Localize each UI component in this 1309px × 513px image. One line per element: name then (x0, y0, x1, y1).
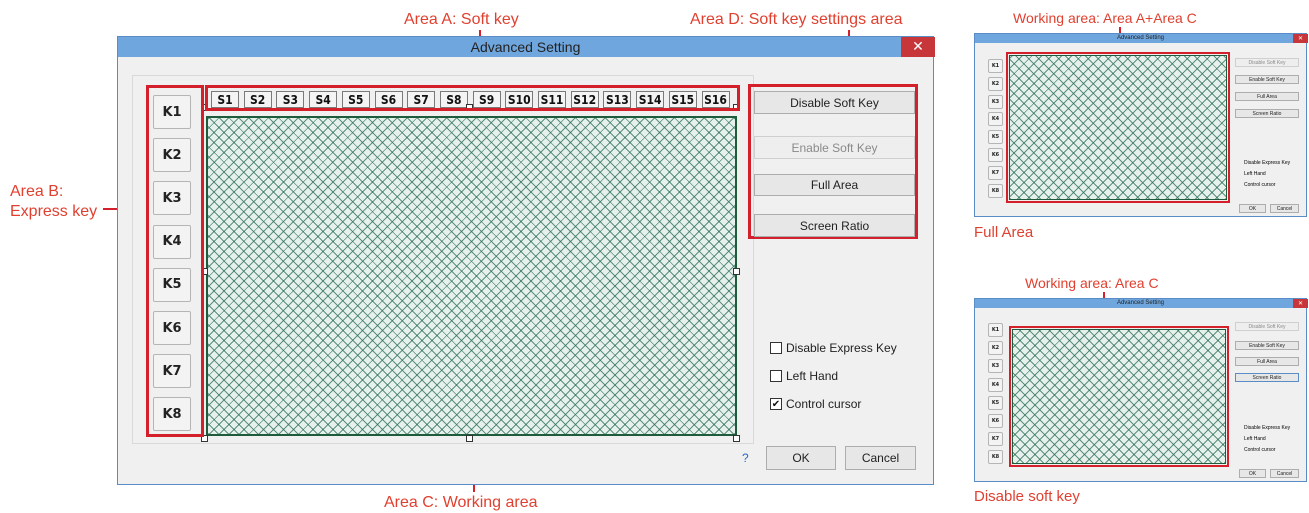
full-area-button[interactable]: Full Area (754, 174, 915, 196)
left-hand-checkbox[interactable]: Left Hand (770, 369, 838, 383)
disable-soft-key-label: Disable Soft Key (790, 95, 879, 110)
thumb-disable-chk3: Control cursor (1244, 447, 1276, 453)
thumb-full-disable-btn: Disable Soft Key (1235, 58, 1299, 67)
resize-handle-bm[interactable] (466, 435, 473, 442)
thumb-express-key-k6: K6 (988, 148, 1003, 162)
thumb-express-key-k8: K8 (988, 183, 1003, 198)
thumb-disable-screenratio-btn: Screen Ratio (1235, 373, 1299, 382)
thumb-express-key-k4: K4 (988, 377, 1003, 392)
thumb-disable-disable-btn: Disable Soft Key (1235, 322, 1299, 331)
full-area-label: Full Area (810, 178, 859, 192)
close-icon: ✕ (912, 39, 924, 55)
checkbox-box[interactable] (770, 342, 782, 354)
screen-ratio-button[interactable]: Screen Ratio (754, 214, 915, 237)
annotation-area-d: Area D: Soft key settings area (690, 11, 903, 28)
thumb-full-label: Full Area (974, 224, 1034, 241)
annotation-area-c: Area C: Working area (384, 494, 538, 511)
resize-handle-mr[interactable] (733, 268, 740, 275)
thumb-disable-fullarea-btn: Full Area (1235, 357, 1299, 366)
thumb-disable-ok: OK (1239, 469, 1266, 478)
thumb-express-key-k2: K2 (988, 76, 1003, 91)
control-cursor-checkbox[interactable]: ✔ Control cursor (770, 397, 861, 411)
ok-button[interactable]: OK (766, 446, 836, 470)
dialog-title: Advanced Setting (470, 39, 581, 55)
thumb-full-close[interactable]: ✕ (1293, 34, 1308, 43)
thumb-full-title: Advanced Setting (1116, 35, 1165, 41)
thumb-disable-close[interactable]: ✕ (1293, 299, 1308, 308)
thumb-disable-label: Disable soft key (974, 488, 1080, 505)
thumb-disable-chk1: Disable Express Key (1244, 425, 1291, 431)
thumb-full-chk2: Left Hand (1244, 171, 1266, 177)
cancel-button[interactable]: Cancel (845, 446, 916, 470)
disable-soft-key-button[interactable]: Disable Soft Key (754, 91, 915, 114)
checkbox-label: Disable Express Key (786, 341, 897, 355)
area-a-highlight (205, 85, 740, 111)
thumb-express-key-k5: K5 (988, 130, 1003, 145)
thumb-full-chk1: Disable Express Key (1244, 160, 1291, 166)
thumb-express-key-k7: K7 (988, 165, 1003, 180)
thumb-full-highlight (1006, 52, 1230, 203)
thumb-full-chk3: Control cursor (1244, 182, 1276, 188)
thumb-express-key-k4: K4 (988, 112, 1003, 127)
thumb-full-ok: OK (1239, 204, 1266, 213)
enable-soft-key-label: Enable Soft Key (791, 140, 878, 155)
thumb-express-key-k6: K6 (988, 414, 1003, 428)
area-b-highlight (146, 85, 204, 437)
thumb-disable-title: Advanced Setting (1116, 300, 1165, 306)
annotation-area-a: Area A: Soft key (404, 11, 519, 28)
thumb-express-key-k2: K2 (988, 341, 1003, 356)
thumb-express-key-k3: K3 (988, 359, 1003, 374)
annotation-area-b-line1: Area B: (10, 183, 64, 200)
thumb-full-titlebar: Advanced Setting (975, 34, 1306, 43)
checkbox-label: Control cursor (786, 397, 862, 411)
thumb-express-key-k1: K1 (988, 323, 1003, 337)
title-bar: Advanced Setting (118, 37, 933, 57)
thumb-full-enable-btn: Enable Soft Key (1235, 75, 1299, 84)
thumb-express-key-k7: K7 (988, 432, 1003, 447)
thumb-disable-enable-btn: Enable Soft Key (1235, 341, 1299, 350)
thumb-express-key-k1: K1 (988, 59, 1003, 73)
working-area[interactable] (206, 116, 737, 436)
thumb-full-screenratio-btn: Screen Ratio (1235, 109, 1299, 118)
screen-ratio-label: Screen Ratio (799, 218, 870, 233)
help-icon[interactable]: ? (742, 451, 749, 465)
thumb-express-key-k3: K3 (988, 94, 1003, 109)
resize-handle-br[interactable] (733, 435, 740, 442)
thumb-disable-caption: Working area: Area C (1025, 275, 1159, 291)
thumb-express-key-k5: K5 (988, 395, 1003, 410)
thumb-full-cancel: Cancel (1270, 204, 1299, 213)
thumb-disable-highlight (1009, 326, 1229, 467)
thumb-disable-chk2: Left Hand (1244, 436, 1266, 442)
ok-label: OK (792, 451, 810, 465)
checkmark-icon[interactable]: ✔ (770, 398, 782, 410)
thumb-disable-cancel: Cancel (1270, 469, 1299, 478)
disable-express-key-checkbox[interactable]: Disable Express Key (770, 341, 897, 355)
thumb-full-caption: Working area: Area A+Area C (1013, 10, 1197, 26)
thumb-full-fullarea-btn: Full Area (1235, 92, 1299, 101)
checkbox-label: Left Hand (786, 369, 839, 383)
checkbox-box[interactable] (770, 370, 782, 382)
annotation-area-b-line2: Express key (10, 203, 98, 220)
close-button[interactable]: ✕ (901, 37, 935, 57)
thumb-disable-titlebar: Advanced Setting (975, 299, 1306, 308)
enable-soft-key-button[interactable]: Enable Soft Key (754, 136, 915, 159)
cancel-label: Cancel (861, 451, 900, 465)
thumb-express-key-k8: K8 (988, 450, 1003, 465)
